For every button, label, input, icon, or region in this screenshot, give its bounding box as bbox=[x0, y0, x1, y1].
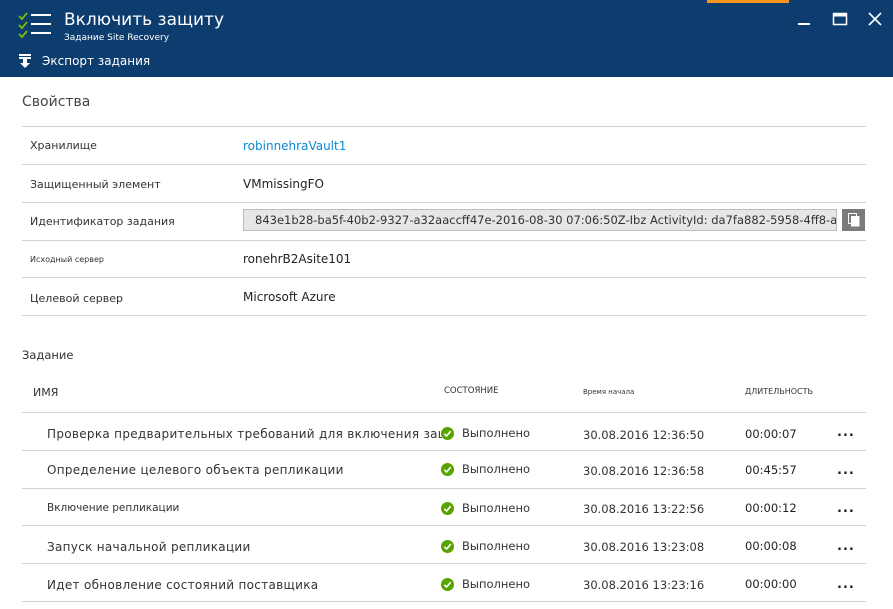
properties-section-title: Свойства bbox=[22, 94, 91, 110]
checklist-icon bbox=[18, 12, 51, 39]
minimize-icon[interactable] bbox=[795, 10, 813, 28]
duration: 00:45:57 bbox=[745, 463, 797, 477]
success-check-icon bbox=[441, 577, 454, 591]
export-job-label: Экспорт задания bbox=[42, 54, 151, 68]
start-time: 30.08.2016 13:23:08 bbox=[583, 540, 705, 554]
divider bbox=[22, 126, 866, 127]
status-text: Выполнено bbox=[462, 426, 531, 440]
status-cell: Выполнено bbox=[441, 539, 530, 553]
task-name: Включение репликации bbox=[47, 502, 180, 514]
divider bbox=[22, 563, 866, 564]
status-cell: Выполнено bbox=[441, 577, 530, 591]
divider bbox=[22, 450, 866, 451]
status-text: Выполнено bbox=[462, 501, 531, 515]
source-server-value: ronehrB2Asite101 bbox=[243, 252, 352, 266]
status-text: Выполнено bbox=[462, 539, 531, 553]
status-cell: Выполнено bbox=[441, 501, 530, 515]
status-cell: Выполнено bbox=[441, 462, 530, 476]
job-id-field[interactable]: 843e1b28-ba5f-40b2-9327-a32aaccff47e-201… bbox=[243, 209, 837, 231]
column-header-name[interactable]: ИМЯ bbox=[33, 386, 58, 399]
start-time: 30.08.2016 13:22:56 bbox=[583, 502, 705, 516]
column-header-start-time[interactable]: Время начала bbox=[583, 388, 634, 396]
copy-icon bbox=[847, 213, 859, 227]
job-section-title: Задание bbox=[22, 348, 74, 362]
maximize-icon[interactable] bbox=[831, 10, 849, 28]
start-time: 30.08.2016 13:23:16 bbox=[583, 578, 705, 592]
blade-header: Включить защиту Задание Site Recovery Эк… bbox=[0, 0, 893, 77]
status-text: Выполнено bbox=[462, 462, 531, 476]
success-check-icon bbox=[441, 462, 454, 476]
start-time: 30.08.2016 12:36:50 bbox=[583, 428, 705, 442]
task-name: Запуск начальной репликации bbox=[47, 540, 251, 554]
divider bbox=[22, 601, 866, 602]
export-job-button[interactable]: Экспорт задания bbox=[18, 52, 150, 70]
duration: 00:00:07 bbox=[745, 427, 797, 441]
copy-button[interactable] bbox=[842, 209, 865, 231]
duration: 00:00:12 bbox=[745, 501, 797, 515]
divider bbox=[22, 164, 866, 165]
vault-link[interactable]: robinnehraVault1 bbox=[243, 139, 346, 153]
start-time: 30.08.2016 12:36:58 bbox=[583, 464, 705, 478]
divider bbox=[22, 488, 866, 489]
blade-title: Включить защиту bbox=[64, 10, 225, 30]
task-name: Идет обновление состояний поставщика bbox=[47, 578, 319, 592]
active-tab-accent bbox=[707, 0, 789, 3]
task-name: Определение целевого объекта репликации bbox=[47, 463, 344, 477]
divider bbox=[22, 202, 866, 203]
task-name: Проверка предварительных требований для … bbox=[47, 427, 442, 441]
more-options-button[interactable]: ... bbox=[837, 501, 855, 516]
more-options-button[interactable]: ... bbox=[837, 539, 855, 554]
divider bbox=[22, 525, 866, 526]
protected-item-value: VMmissingFO bbox=[243, 177, 324, 191]
status-cell: Выполнено bbox=[441, 426, 530, 440]
export-icon bbox=[19, 54, 31, 68]
source-server-label: Исходный сервер bbox=[30, 255, 104, 264]
divider bbox=[22, 277, 866, 278]
more-options-button[interactable]: ... bbox=[837, 577, 855, 592]
protected-item-label: Защищенный элемент bbox=[30, 178, 161, 191]
job-id-label: Идентификатор задания bbox=[30, 215, 175, 228]
vault-label: Хранилище bbox=[30, 139, 97, 152]
success-check-icon bbox=[441, 501, 454, 515]
status-text: Выполнено bbox=[462, 577, 531, 591]
more-options-button[interactable]: ... bbox=[837, 463, 855, 478]
divider bbox=[22, 240, 866, 241]
column-header-status[interactable]: СОСТОЯНИЕ bbox=[444, 386, 498, 396]
close-icon[interactable] bbox=[866, 10, 884, 28]
more-options-button[interactable]: ... bbox=[837, 425, 855, 440]
duration: 00:00:08 bbox=[745, 539, 797, 553]
divider bbox=[22, 412, 866, 413]
divider bbox=[22, 315, 866, 316]
target-server-value: Microsoft Azure bbox=[243, 290, 336, 304]
duration: 00:00:00 bbox=[745, 577, 797, 591]
success-check-icon bbox=[441, 426, 454, 440]
column-header-duration[interactable]: ДЛИТЕЛЬНОСТЬ bbox=[745, 387, 813, 396]
target-server-label: Целевой сервер bbox=[30, 292, 123, 305]
success-check-icon bbox=[441, 539, 454, 553]
blade-subtitle: Задание Site Recovery bbox=[64, 33, 170, 43]
